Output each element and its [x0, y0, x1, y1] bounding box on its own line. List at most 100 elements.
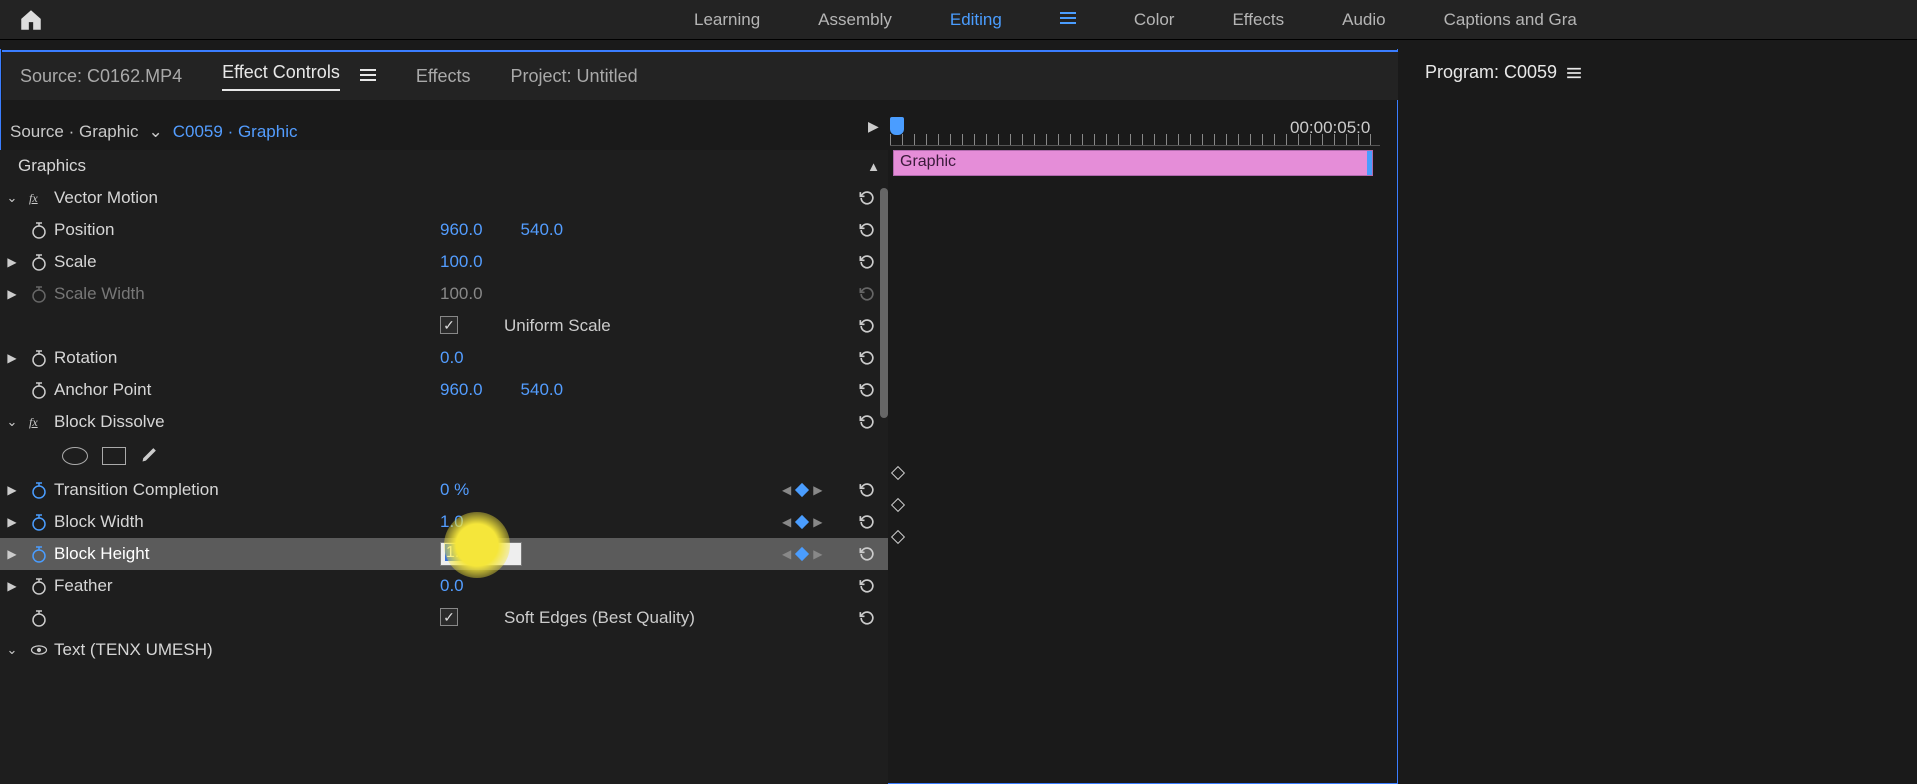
- mask-pen-button[interactable]: [140, 444, 160, 469]
- timeline-clip-graphic[interactable]: Graphic: [893, 150, 1373, 176]
- next-keyframe-icon[interactable]: ▶: [813, 515, 822, 529]
- reset-button[interactable]: [856, 219, 878, 241]
- prop-soft-edges: Soft Edges (Best Quality): [0, 602, 888, 634]
- program-menu-icon[interactable]: [1567, 67, 1581, 79]
- prop-feather: ▶ Feather 0.0: [0, 570, 888, 602]
- timeline-playhead[interactable]: [890, 117, 904, 135]
- workspace-assembly[interactable]: Assembly: [818, 10, 892, 30]
- prev-keyframe-icon[interactable]: ◀: [782, 483, 791, 497]
- keyframe-marker[interactable]: [891, 498, 905, 512]
- twirl-right-icon[interactable]: ▶: [0, 579, 24, 593]
- reset-button[interactable]: [856, 187, 878, 209]
- workspace-menu-icon[interactable]: [1060, 10, 1076, 30]
- home-icon[interactable]: [18, 7, 44, 33]
- scale-value[interactable]: 100.0: [440, 252, 483, 272]
- reset-button[interactable]: [856, 315, 878, 337]
- twirl-right-icon[interactable]: ▶: [0, 515, 24, 529]
- prev-keyframe-icon[interactable]: ◀: [782, 547, 791, 561]
- reset-button[interactable]: [856, 411, 878, 433]
- prop-label: Uniform Scale: [504, 316, 611, 336]
- workspace-learning[interactable]: Learning: [694, 10, 760, 30]
- rotation-value[interactable]: 0.0: [440, 348, 464, 368]
- workspace-effects[interactable]: Effects: [1232, 10, 1284, 30]
- twirl-right-icon[interactable]: ▶: [0, 547, 24, 561]
- stopwatch-icon[interactable]: [29, 512, 49, 532]
- prop-label: Rotation: [54, 348, 117, 368]
- crumb-source[interactable]: Source · Graphic: [10, 122, 139, 142]
- add-keyframe-icon[interactable]: [795, 547, 809, 561]
- keyframe-marker[interactable]: [891, 466, 905, 480]
- add-keyframe-icon[interactable]: [795, 515, 809, 529]
- tab-effects[interactable]: Effects: [416, 66, 471, 87]
- panel-menu-icon[interactable]: [360, 66, 376, 87]
- stopwatch-icon[interactable]: [29, 576, 49, 596]
- twirl-down-icon[interactable]: ⌄: [0, 414, 24, 430]
- workspace-editing[interactable]: Editing: [950, 10, 1002, 30]
- workspace-color[interactable]: Color: [1134, 10, 1175, 30]
- next-keyframe-icon[interactable]: ▶: [813, 547, 822, 561]
- reset-button[interactable]: [856, 479, 878, 501]
- feather-value[interactable]: 0.0: [440, 576, 464, 596]
- twirl-right-icon[interactable]: ▶: [0, 255, 24, 269]
- keyframe-nav: ◀ ▶: [782, 483, 822, 497]
- add-keyframe-icon[interactable]: [795, 483, 809, 497]
- block-height-input[interactable]: 1.0: [440, 542, 522, 566]
- reset-button[interactable]: [856, 607, 878, 629]
- reset-button[interactable]: [856, 379, 878, 401]
- reset-button[interactable]: [856, 543, 878, 565]
- stopwatch-icon[interactable]: [29, 220, 49, 240]
- tab-effect-controls[interactable]: Effect Controls: [222, 62, 340, 91]
- stopwatch-icon[interactable]: [29, 544, 49, 564]
- keyframe-marker[interactable]: [891, 530, 905, 544]
- soft-edges-checkbox[interactable]: [440, 608, 458, 626]
- twirl-down-icon[interactable]: ⌄: [0, 642, 24, 658]
- reset-button[interactable]: [856, 251, 878, 273]
- program-panel-title[interactable]: Program: C0059: [1425, 62, 1581, 83]
- fx-badge-icon[interactable]: fx: [29, 191, 49, 205]
- tab-project[interactable]: Project: Untitled: [511, 66, 638, 87]
- prev-keyframe-icon[interactable]: ◀: [782, 515, 791, 529]
- workspace-audio[interactable]: Audio: [1342, 10, 1385, 30]
- next-keyframe-icon[interactable]: ▶: [813, 483, 822, 497]
- vertical-scrollbar[interactable]: [880, 188, 888, 418]
- crumb-dropdown-icon[interactable]: ⌄: [149, 122, 163, 142]
- block-width-value[interactable]: 1.0: [440, 512, 464, 532]
- reset-button[interactable]: [856, 511, 878, 533]
- twirl-down-icon[interactable]: ⌄: [0, 190, 24, 206]
- twirl-right-icon[interactable]: ▶: [0, 351, 24, 365]
- prop-block-width: ▶ Block Width 1.0 ◀ ▶: [0, 506, 888, 538]
- effect-block-dissolve[interactable]: ⌄ fx Block Dissolve: [0, 406, 888, 438]
- reset-button[interactable]: [856, 575, 878, 597]
- effect-text[interactable]: ⌄ Text (TENX UMESH): [0, 634, 888, 666]
- effect-vector-motion[interactable]: ⌄ fx Vector Motion: [0, 182, 888, 214]
- eye-icon[interactable]: [29, 640, 49, 660]
- mask-rectangle-button[interactable]: [102, 447, 126, 465]
- position-x-value[interactable]: 960.0: [440, 220, 483, 240]
- section-graphics[interactable]: Graphics ▲: [0, 150, 888, 182]
- stopwatch-icon[interactable]: [29, 608, 49, 628]
- workspace-captions[interactable]: Captions and Gra: [1444, 10, 1577, 30]
- crumb-sequence[interactable]: C0059 · Graphic: [173, 122, 298, 142]
- position-y-value[interactable]: 540.0: [521, 220, 564, 240]
- effect-label: Text (TENX UMESH): [54, 640, 213, 660]
- twirl-right-icon[interactable]: ▶: [0, 483, 24, 497]
- prop-scale-width: ▶ Scale Width 100.0: [0, 278, 888, 310]
- tab-source[interactable]: Source: C0162.MP4: [20, 66, 182, 87]
- timeline-play-icon[interactable]: ▶: [868, 118, 879, 135]
- fx-badge-icon[interactable]: fx: [29, 415, 49, 429]
- stopwatch-icon[interactable]: [29, 380, 49, 400]
- prop-label: Transition Completion: [54, 480, 219, 500]
- stopwatch-icon[interactable]: [29, 480, 49, 500]
- anchor-x-value[interactable]: 960.0: [440, 380, 483, 400]
- reset-button[interactable]: [856, 347, 878, 369]
- collapse-icon[interactable]: ▲: [867, 159, 880, 174]
- uniform-scale-checkbox[interactable]: [440, 316, 458, 334]
- transition-value[interactable]: 0 %: [440, 480, 469, 500]
- prop-block-height: ▶ Block Height 1.0 ◀ ▶: [0, 538, 888, 570]
- mask-ellipse-button[interactable]: [62, 447, 88, 465]
- anchor-y-value[interactable]: 540.0: [521, 380, 564, 400]
- prop-label: Scale: [54, 252, 97, 272]
- stopwatch-icon[interactable]: [29, 252, 49, 272]
- stopwatch-icon[interactable]: [29, 348, 49, 368]
- effect-label: Block Dissolve: [54, 412, 165, 432]
